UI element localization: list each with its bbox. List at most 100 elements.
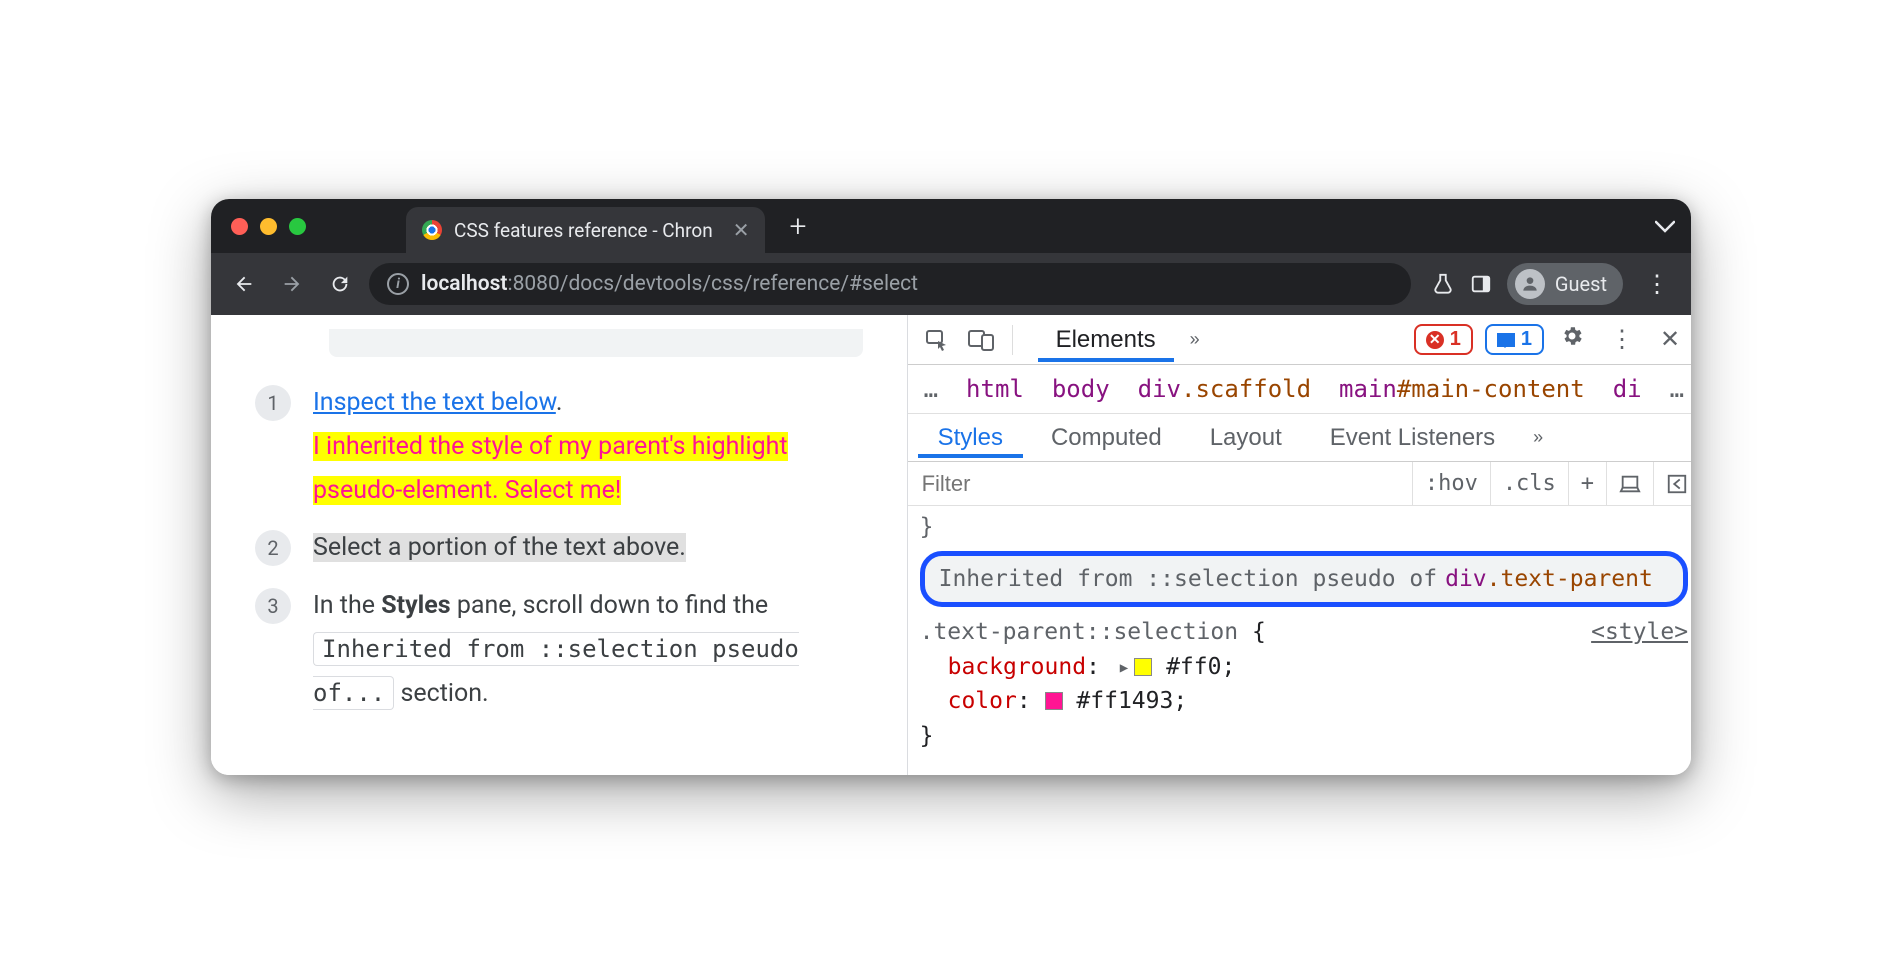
errors-count: 1: [1450, 328, 1461, 351]
rendered-page: 1 Inspect the text below. I inherited th…: [211, 315, 907, 775]
device-toolbar-icon[interactable]: [962, 321, 1000, 359]
inspect-element-icon[interactable]: [918, 321, 956, 359]
chrome-favicon-icon: [422, 220, 442, 240]
step-1: 1 Inspect the text below. I inherited th…: [255, 381, 863, 512]
breadcrumb-overflow-right[interactable]: …: [1670, 375, 1684, 403]
new-rule-button[interactable]: +: [1568, 462, 1606, 506]
more-tabs-icon[interactable]: »: [1180, 329, 1210, 350]
step3-text-c: section.: [394, 679, 488, 708]
step-number: 1: [255, 385, 291, 421]
prop-value: #ff1493: [1076, 688, 1173, 714]
errors-badge[interactable]: ✕ 1: [1414, 324, 1473, 355]
close-devtools-icon[interactable]: ✕: [1650, 325, 1690, 354]
forward-button[interactable]: [273, 265, 311, 303]
browser-toolbar: i localhost:8080/docs/devtools/css/refer…: [211, 253, 1691, 315]
inherited-el: div: [1445, 566, 1487, 592]
step2-text: Select a portion of the text above.: [313, 533, 686, 562]
hov-toggle[interactable]: :hov: [1412, 462, 1490, 506]
computed-toggle-icon[interactable]: [1653, 462, 1691, 506]
avatar-icon: [1515, 269, 1545, 299]
window-controls: [231, 218, 306, 235]
inherited-from-header[interactable]: Inherited from ::selection pseudo of div…: [920, 551, 1688, 608]
inspect-text-link[interactable]: Inspect the text below: [313, 388, 556, 417]
devtools-main-tabs: Elements » ✕ 1 1 ⋮ ✕: [908, 315, 1691, 365]
step3-code: Inherited from ::selection pseudo of...: [313, 632, 799, 710]
tab-search-icon[interactable]: [1655, 214, 1675, 239]
devtools-panel: Elements » ✕ 1 1 ⋮ ✕ … html: [907, 315, 1691, 775]
browser-tab[interactable]: CSS features reference - Chron ✕: [406, 207, 765, 253]
reload-button[interactable]: [321, 265, 359, 303]
breadcrumb-overflow-left[interactable]: …: [924, 375, 938, 403]
styles-filter-row: :hov .cls +: [908, 462, 1691, 506]
rule-source-link[interactable]: <style>: [1591, 615, 1688, 650]
tab-event-listeners[interactable]: Event Listeners: [1310, 418, 1515, 458]
step-number: 2: [255, 530, 291, 566]
settings-icon[interactable]: [1550, 324, 1594, 355]
profile-label: Guest: [1555, 272, 1607, 296]
expand-shorthand-icon[interactable]: ▶: [1120, 658, 1128, 679]
tab-title: CSS features reference - Chron: [454, 219, 713, 242]
prop-name: color: [948, 688, 1017, 714]
devtools-menu-icon[interactable]: ⋮: [1600, 325, 1644, 354]
rule-header: .text-parent::selection { <style>: [920, 615, 1688, 650]
url-path: /docs/devtools/css/reference/#select: [560, 272, 918, 296]
breadcrumb-div[interactable]: div.scaffold: [1138, 375, 1311, 403]
tab-styles[interactable]: Styles: [918, 418, 1023, 458]
styles-filter-input[interactable]: [908, 471, 1412, 497]
minimize-window-button[interactable]: [260, 218, 277, 235]
step-3: 3 In the Styles pane, scroll down to fin…: [255, 584, 863, 715]
step3-bold: Styles: [381, 591, 450, 620]
url-port: :8080: [507, 272, 559, 296]
tab-computed[interactable]: Computed: [1031, 418, 1182, 458]
breadcrumb-html[interactable]: html: [966, 375, 1024, 403]
step3-text-a: In the: [313, 591, 381, 620]
step3-text-b: pane, scroll down to find the: [451, 591, 769, 620]
rule-selector[interactable]: .text-parent::selection: [920, 619, 1252, 645]
breadcrumb-body[interactable]: body: [1052, 375, 1110, 403]
error-icon: ✕: [1426, 331, 1444, 349]
prev-rule-close: }: [920, 510, 1688, 545]
issues-badge[interactable]: 1: [1485, 324, 1544, 355]
color-swatch[interactable]: [1045, 692, 1063, 710]
chrome-chrome: CSS features reference - Chron ✕ + i: [211, 199, 1691, 315]
content-split: 1 Inspect the text below. I inherited th…: [211, 315, 1691, 775]
tab-strip: CSS features reference - Chron ✕ +: [211, 199, 1691, 253]
color-swatch[interactable]: [1134, 658, 1152, 676]
steps-list: 1 Inspect the text below. I inherited th…: [255, 381, 863, 715]
step1-period: .: [556, 388, 563, 417]
step-2: 2 Select a portion of the text above.: [255, 526, 863, 570]
back-button[interactable]: [225, 265, 263, 303]
url-host: localhost: [421, 272, 507, 296]
step-number: 3: [255, 588, 291, 624]
tab-layout[interactable]: Layout: [1190, 418, 1302, 458]
close-tab-icon[interactable]: ✕: [733, 218, 750, 242]
prop-color[interactable]: color: #ff1493;: [920, 684, 1688, 719]
profile-chip[interactable]: Guest: [1507, 263, 1623, 305]
close-window-button[interactable]: [231, 218, 248, 235]
tab-elements[interactable]: Elements: [1038, 318, 1174, 362]
breadcrumb-di[interactable]: di: [1613, 375, 1642, 403]
prop-name: background: [948, 654, 1086, 680]
new-tab-button[interactable]: +: [789, 209, 806, 244]
fullscreen-window-button[interactable]: [289, 218, 306, 235]
issues-count: 1: [1521, 328, 1532, 351]
labs-icon[interactable]: [1431, 272, 1455, 296]
cls-toggle[interactable]: .cls: [1490, 462, 1568, 506]
rendering-icon[interactable]: [1606, 462, 1653, 506]
prop-value: #ff0: [1166, 654, 1221, 680]
rule-close-brace: }: [920, 719, 1688, 754]
highlighted-sample-text[interactable]: I inherited the style of my parent's hig…: [313, 432, 788, 505]
side-panel-icon[interactable]: [1469, 272, 1493, 296]
rule-open-brace: {: [1252, 619, 1266, 645]
dom-breadcrumb[interactable]: … html body div.scaffold main#main-conte…: [908, 365, 1691, 414]
site-info-icon[interactable]: i: [387, 273, 409, 295]
browser-window: CSS features reference - Chron ✕ + i: [211, 199, 1691, 775]
page-banner-fragment: [329, 329, 863, 357]
chrome-menu-icon[interactable]: ⋮: [1637, 270, 1677, 298]
address-bar[interactable]: i localhost:8080/docs/devtools/css/refer…: [369, 263, 1411, 305]
more-styles-tabs-icon[interactable]: »: [1523, 427, 1553, 448]
inherited-cls: .text-parent: [1487, 566, 1653, 592]
breadcrumb-main[interactable]: main#main-content: [1339, 375, 1585, 403]
inherited-prefix: Inherited from ::selection pseudo of: [939, 562, 1438, 597]
prop-background[interactable]: background: ▶ #ff0;: [920, 650, 1688, 685]
